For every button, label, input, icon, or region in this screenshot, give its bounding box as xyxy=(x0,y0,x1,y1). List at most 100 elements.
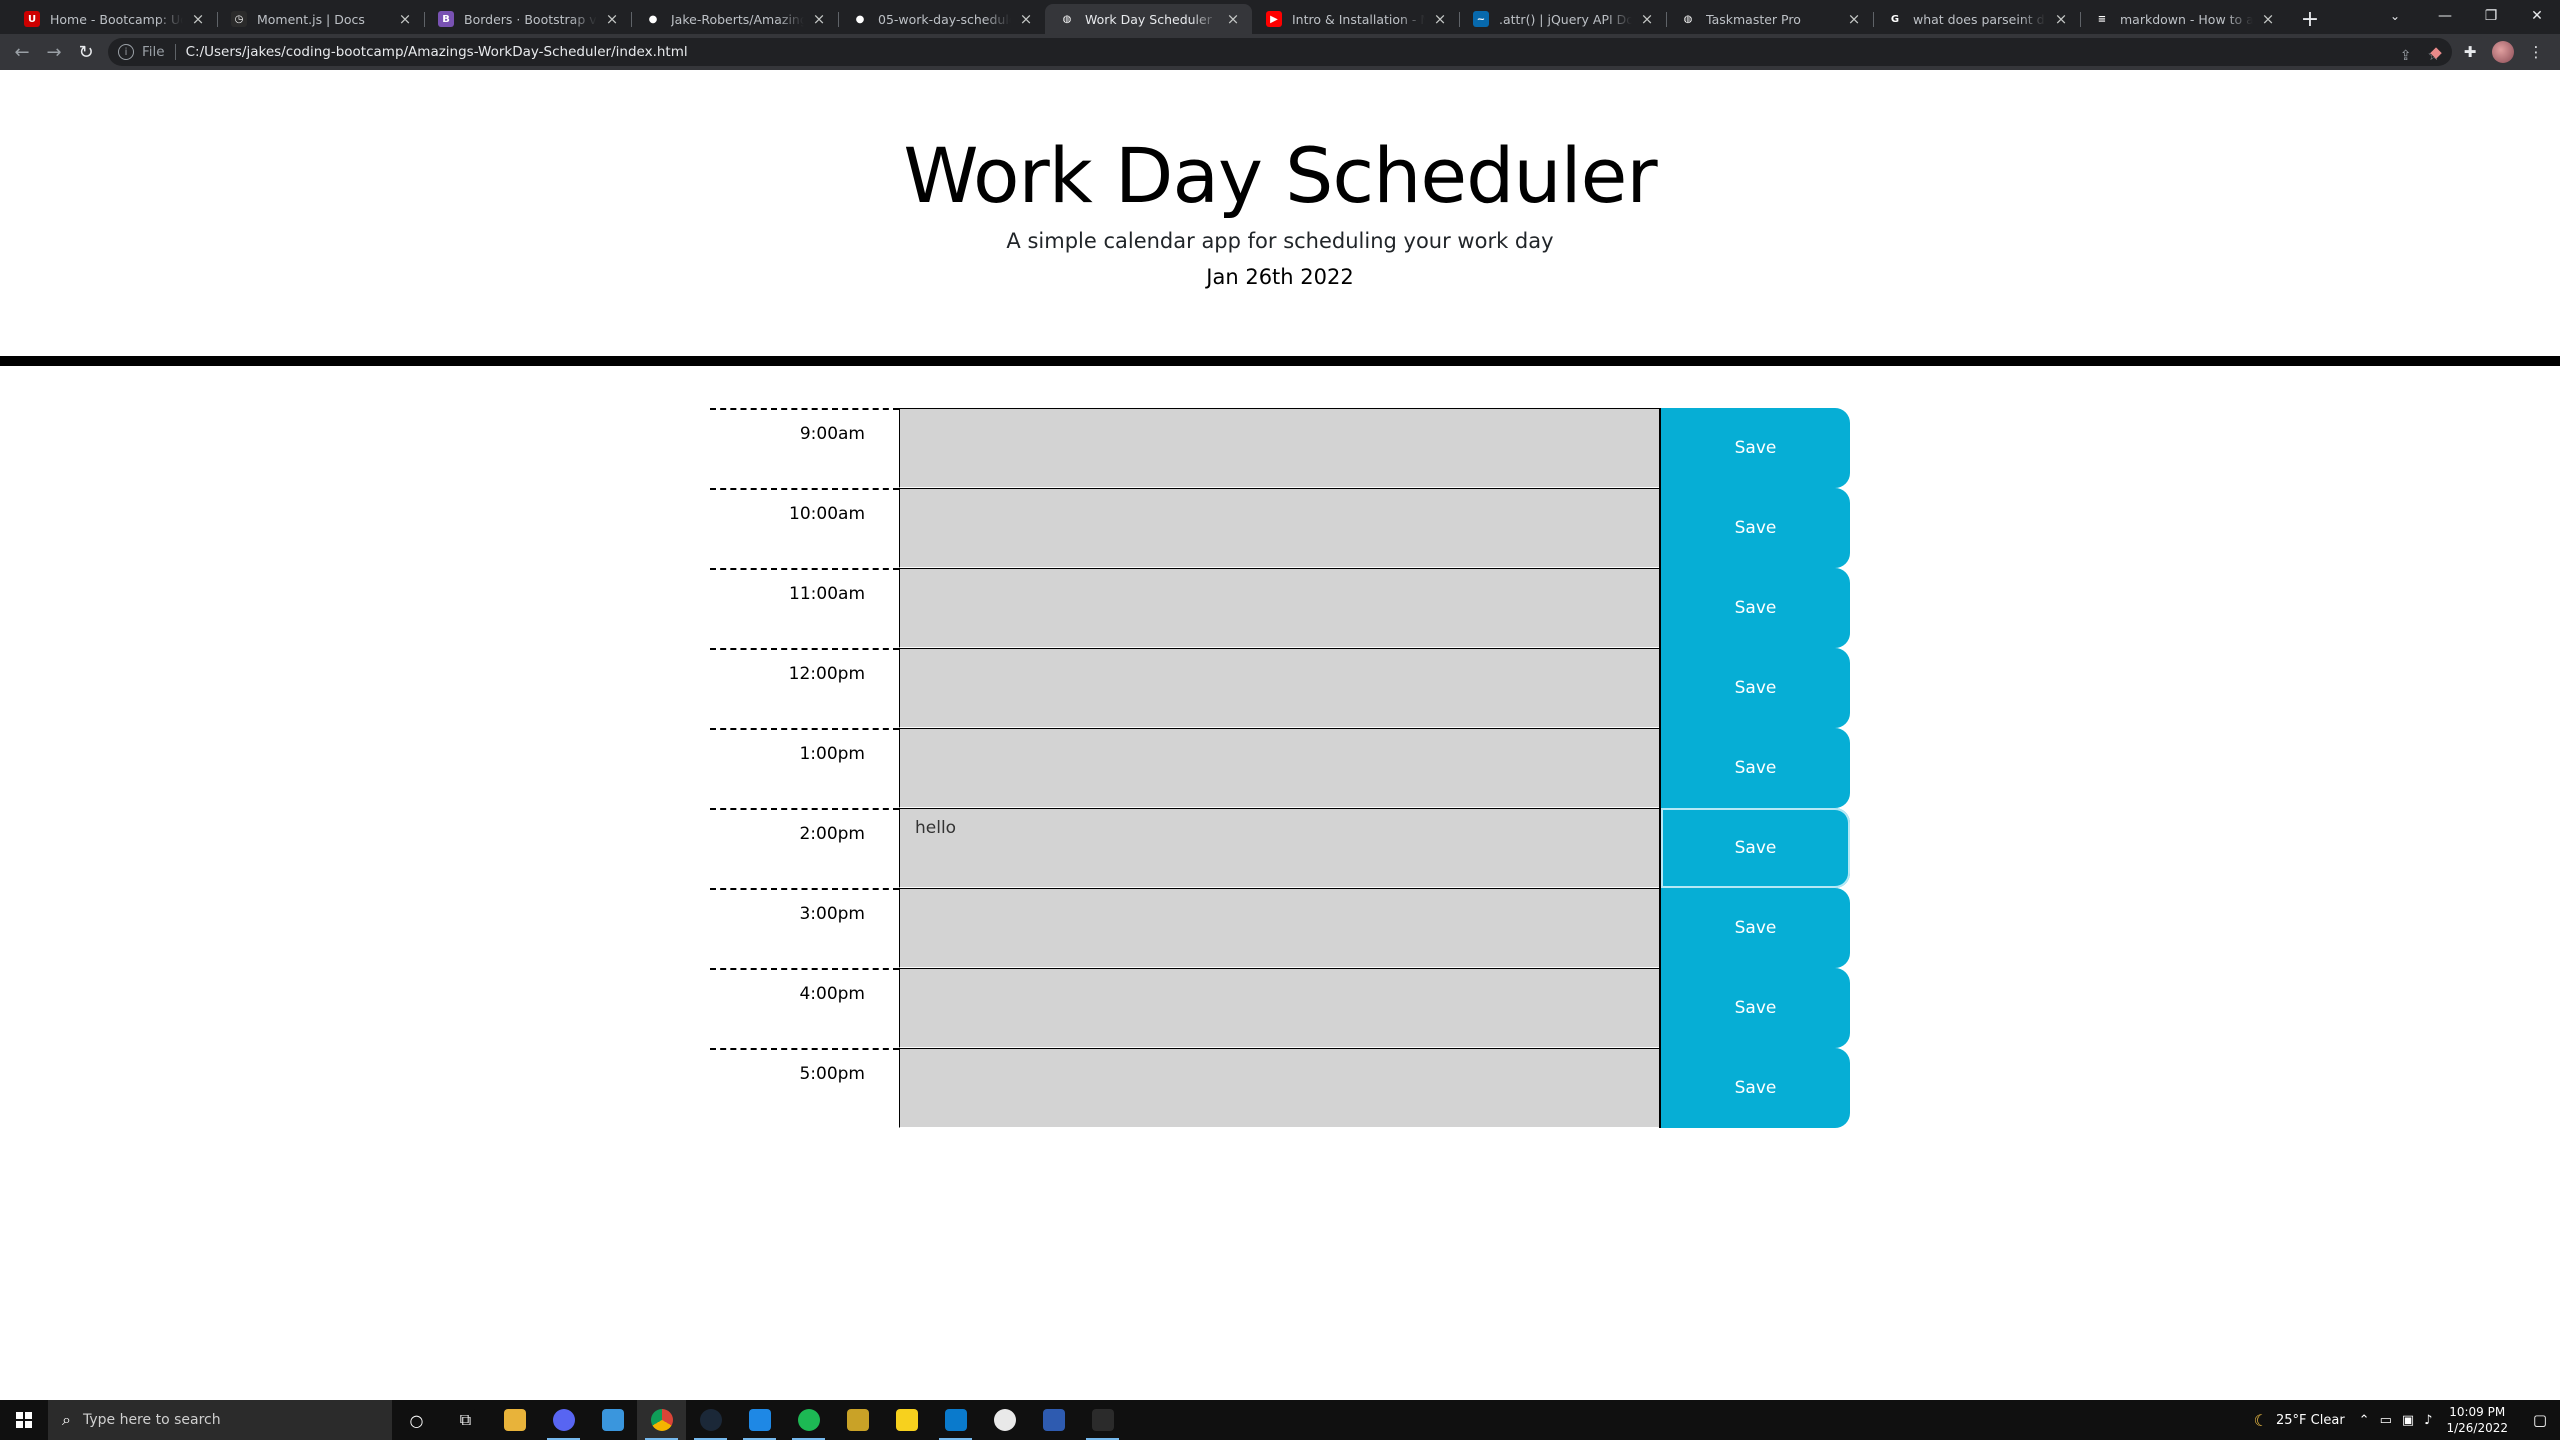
microsoft-store-icon[interactable] xyxy=(588,1400,637,1440)
spotify-icon[interactable] xyxy=(784,1400,833,1440)
browser-tab[interactable]: Gwhat does parseint do - Google × xyxy=(1873,4,2080,34)
tab-title: .attr() | jQuery API Documentation xyxy=(1499,11,1632,27)
restore-icon[interactable]: ❐ xyxy=(2468,0,2514,32)
minimize-icon[interactable]: — xyxy=(2422,0,2468,32)
chrome-icon[interactable] xyxy=(637,1400,686,1440)
browser-menu-icon[interactable]: ⋮ xyxy=(2524,40,2548,64)
hour-label: 5:00pm xyxy=(710,1048,899,1128)
phone-link-icon[interactable] xyxy=(735,1400,784,1440)
slack-icon[interactable] xyxy=(980,1400,1029,1440)
browser-tab[interactable]: ◍ Taskmaster Pro × xyxy=(1666,4,1873,34)
extensions-area: ◆ ✚ ⋮ xyxy=(2424,34,2560,70)
page-viewport: Work Day Scheduler A simple calendar app… xyxy=(0,70,2560,1400)
tab-close-icon[interactable]: × xyxy=(603,10,621,28)
search-icon: ⌕ xyxy=(62,1410,71,1429)
hour-label: 12:00pm xyxy=(710,648,899,728)
url-scheme: File xyxy=(142,44,165,60)
file-explorer-icon[interactable] xyxy=(490,1400,539,1440)
system-tray: ☾ 25°F Clear ⌃ ▭ ▣ ♪ 10:09 PM 1/26/2022 … xyxy=(2254,1400,2560,1440)
event-description-input[interactable] xyxy=(899,968,1659,1048)
address-bar[interactable]: i File C:/Users/jakes/coding-bootcamp/Am… xyxy=(108,38,2452,66)
task-view-icon[interactable]: ⧉ xyxy=(441,1400,490,1440)
site-info-icon[interactable]: i xyxy=(118,44,134,60)
tab-close-icon[interactable]: × xyxy=(2259,10,2277,28)
event-description-input[interactable] xyxy=(899,728,1659,808)
save-button[interactable]: Save xyxy=(1659,568,1850,648)
vscode-icon[interactable] xyxy=(931,1400,980,1440)
event-description-input[interactable] xyxy=(899,888,1659,968)
new-tab-icon[interactable]: + xyxy=(2295,4,2325,34)
volume-icon[interactable]: ♪ xyxy=(2424,1413,2432,1428)
browser-tab[interactable]: ▶ Intro & Installation - Moment × xyxy=(1252,4,1459,34)
terminal-icon[interactable] xyxy=(1078,1400,1127,1440)
tab-close-icon[interactable]: × xyxy=(1017,10,1035,28)
tab-close-icon[interactable]: × xyxy=(810,10,828,28)
browser-tab[interactable]: U Home - Bootcamp: UofU-VIRT × xyxy=(10,4,217,34)
notifications-icon[interactable]: ▢ xyxy=(2520,1400,2560,1440)
save-button[interactable]: Save xyxy=(1659,728,1850,808)
browser-tab[interactable]: ◍ Work Day Scheduler × xyxy=(1045,4,1252,34)
event-description-input[interactable] xyxy=(899,488,1659,568)
save-button[interactable]: Save xyxy=(1659,888,1850,968)
time-block: 2:00pm hello Save xyxy=(710,808,1850,888)
save-button[interactable]: Save xyxy=(1659,488,1850,568)
save-button[interactable]: Save xyxy=(1659,648,1850,728)
start-button[interactable] xyxy=(0,1400,48,1440)
browser-tab[interactable]: ~ .attr() | jQuery API Documentation × xyxy=(1459,4,1666,34)
tab-close-icon[interactable]: × xyxy=(396,10,414,28)
save-button[interactable]: Save xyxy=(1659,1048,1850,1128)
moment-clock-icon: ◷ xyxy=(231,11,247,27)
git-glyph xyxy=(846,1409,869,1431)
extension-icon[interactable]: ◆ xyxy=(2424,40,2448,64)
event-description-input[interactable] xyxy=(899,408,1659,488)
tab-close-icon[interactable]: × xyxy=(1431,10,1449,28)
display-icon[interactable]: ▣ xyxy=(2402,1413,2414,1428)
cortana-glyph: ○ xyxy=(405,1409,428,1431)
tab-close-icon[interactable]: × xyxy=(189,10,207,28)
steam-icon[interactable] xyxy=(686,1400,735,1440)
event-description-input[interactable] xyxy=(899,1048,1659,1128)
discord-icon[interactable] xyxy=(539,1400,588,1440)
forward-icon[interactable]: → xyxy=(38,36,70,68)
slack-glyph xyxy=(993,1409,1016,1431)
puzzle-extensions-icon[interactable]: ✚ xyxy=(2458,40,2482,64)
tab-close-icon[interactable]: × xyxy=(1638,10,1656,28)
back-icon[interactable]: ← xyxy=(6,36,38,68)
event-description-input[interactable] xyxy=(899,568,1659,648)
tab-close-icon[interactable]: × xyxy=(2052,10,2070,28)
sticky-notes-icon[interactable] xyxy=(882,1400,931,1440)
event-description-input[interactable]: hello xyxy=(899,808,1659,888)
windows-logo-icon xyxy=(16,1412,32,1428)
save-button[interactable]: Save xyxy=(1659,968,1850,1048)
discord-glyph xyxy=(552,1409,575,1431)
url-divider xyxy=(174,44,176,60)
browser-tab[interactable]: ● 05-work-day-scheduler/scheduler × xyxy=(838,4,1045,34)
reload-icon[interactable]: ↻ xyxy=(70,36,102,68)
url-text[interactable]: C:/Users/jakes/coding-bootcamp/Amazings-… xyxy=(186,44,688,60)
tab-search-icon[interactable]: ⌄ xyxy=(2380,2,2410,30)
network-icon[interactable]: ▭ xyxy=(2380,1413,2392,1428)
save-button[interactable]: Save xyxy=(1659,808,1850,888)
browser-tab[interactable]: B Borders · Bootstrap v5.1 × xyxy=(424,4,631,34)
tab-close-icon[interactable]: × xyxy=(1845,10,1863,28)
taskbar-search[interactable]: ⌕ Type here to search xyxy=(48,1400,392,1440)
close-window-icon[interactable]: ✕ xyxy=(2514,0,2560,32)
time-block: 5:00pm Save xyxy=(710,1048,1850,1128)
browser-tab[interactable]: ● Jake-Roberts/Amazing-WorkDay × xyxy=(631,4,838,34)
taskbar-clock[interactable]: 10:09 PM 1/26/2022 xyxy=(2446,1404,2508,1436)
share-icon[interactable]: ⇪ xyxy=(2400,48,2412,64)
window-controls: — ❐ ✕ xyxy=(2422,0,2560,32)
cortana-icon[interactable]: ○ xyxy=(392,1400,441,1440)
event-description-input[interactable] xyxy=(899,648,1659,728)
browser-tab[interactable]: ◷ Moment.js | Docs × xyxy=(217,4,424,34)
hour-label: 11:00am xyxy=(710,568,899,648)
visual-studio-icon[interactable] xyxy=(1029,1400,1078,1440)
weather-widget[interactable]: ☾ 25°F Clear xyxy=(2254,1411,2345,1430)
tab-close-icon[interactable]: × xyxy=(1224,10,1242,28)
browser-tab[interactable]: ≡ markdown - How to add spaces × xyxy=(2080,4,2287,34)
chevron-up-icon[interactable]: ⌃ xyxy=(2359,1413,2370,1428)
git-icon[interactable] xyxy=(833,1400,882,1440)
profile-avatar[interactable] xyxy=(2492,41,2514,63)
save-button[interactable]: Save xyxy=(1659,408,1850,488)
stackoverflow-icon: ≡ xyxy=(2094,11,2110,27)
